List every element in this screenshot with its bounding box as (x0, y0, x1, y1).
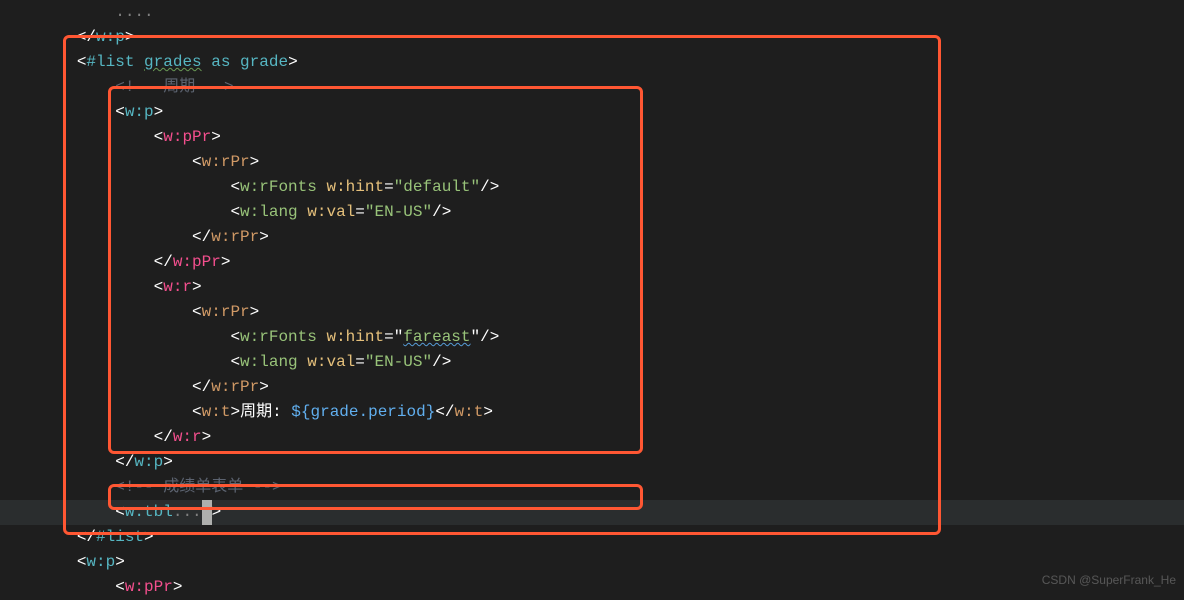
code-line: </w:r> (0, 425, 1184, 450)
code-line: <w:pPr> (0, 125, 1184, 150)
code-line: </w:p> (0, 450, 1184, 475)
code-line: </w:rPr> (0, 375, 1184, 400)
code-line: <#list grades as grade> (0, 50, 1184, 75)
code-line: <w:p> (0, 100, 1184, 125)
cursor (202, 500, 212, 525)
code-line: <w:rPr> (0, 300, 1184, 325)
code-line: <w:lang w:val="EN-US"/> (0, 200, 1184, 225)
code-line: </w:rPr> (0, 225, 1184, 250)
code-line: <w:pPr> (0, 575, 1184, 600)
code-line: </w:p> (0, 25, 1184, 50)
code-line: <w:lang w:val="EN-US"/> (0, 350, 1184, 375)
code-line: <w:rFonts w:hint="fareast"/> (0, 325, 1184, 350)
code-line: <w:rFonts w:hint="default"/> (0, 175, 1184, 200)
code-line: </#list> (0, 525, 1184, 550)
code-line: </w:pPr> (0, 250, 1184, 275)
code-line: <w:r> (0, 275, 1184, 300)
watermark: CSDN @SuperFrank_He (1042, 568, 1176, 593)
code-line: <!-- 周期 --> (0, 75, 1184, 100)
code-line: <!-- 成绩单表单 --> (0, 475, 1184, 500)
code-line: <w:p> (0, 550, 1184, 575)
code-line: <w:t>周期: ${grade.period}</w:t> (0, 400, 1184, 425)
code-line: .... (0, 0, 1184, 25)
code-editor[interactable]: .... </w:p> <#list grades as grade> <!--… (0, 0, 1184, 600)
code-line: <w:rPr> (0, 150, 1184, 175)
code-line-active: <w:tbl... > (0, 500, 1184, 525)
